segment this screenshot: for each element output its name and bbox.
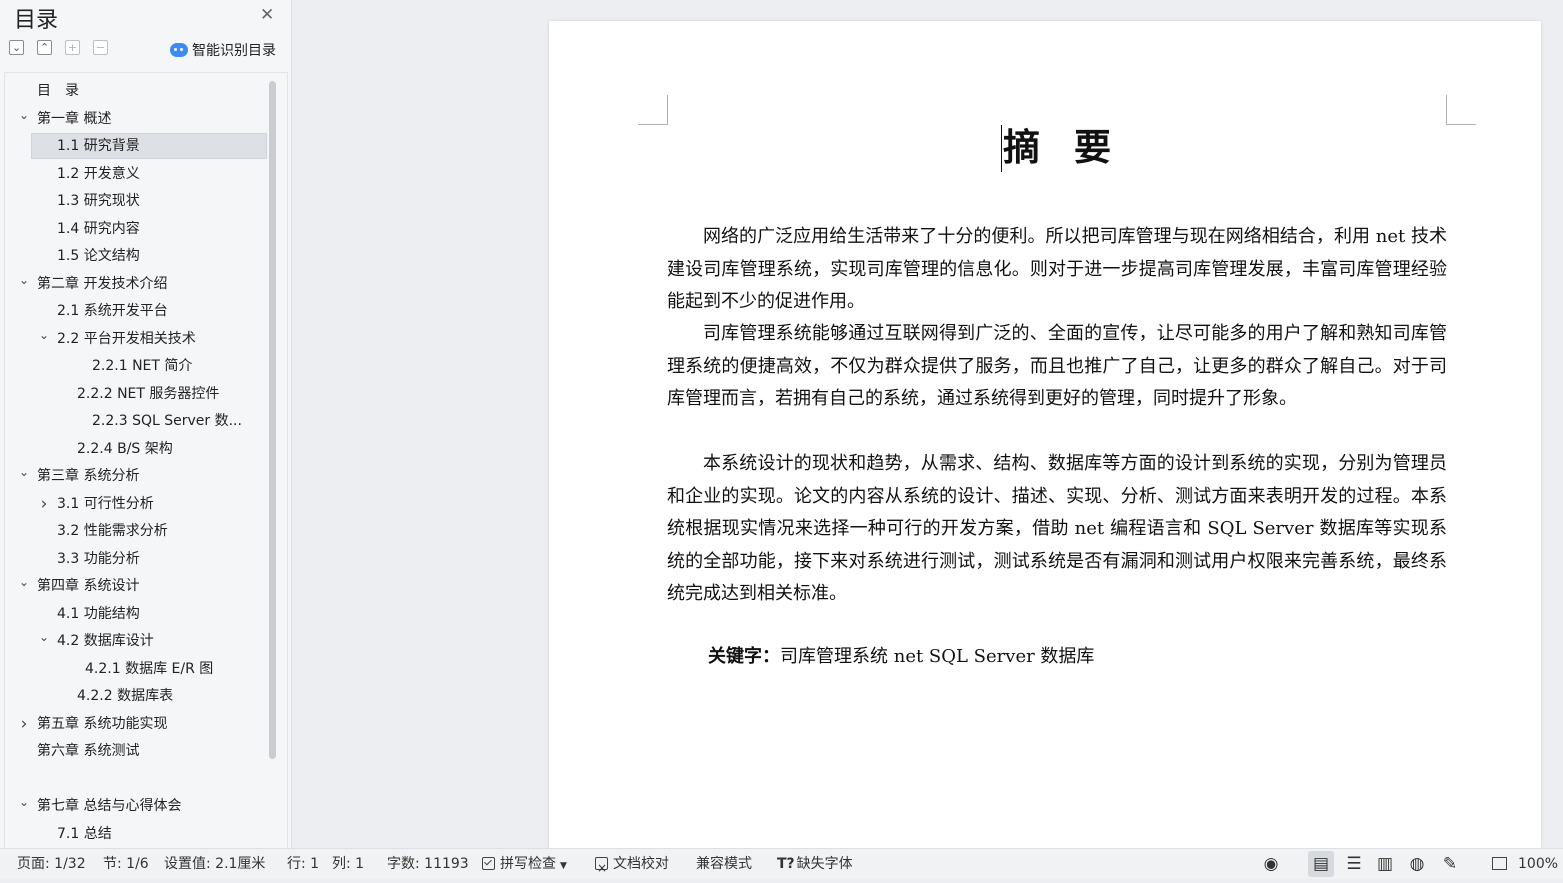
- toc-item[interactable]: 3.1 可行性分析: [57, 491, 154, 517]
- spell-check-label: 拼写检查: [500, 856, 556, 872]
- toc-item[interactable]: 第一章 概述: [37, 106, 111, 132]
- toc-item[interactable]: 3.2 性能需求分析: [57, 518, 168, 544]
- dropdown-arrow-icon: ▼: [560, 861, 567, 871]
- toc-item[interactable]: 2.2.3 SQL Server 数...: [92, 408, 242, 434]
- toc-item[interactable]: 3.3 功能分析: [57, 546, 140, 572]
- font-question-icon: T?: [777, 856, 795, 872]
- proofread-icon: [595, 853, 608, 883]
- checkbox-icon: [482, 857, 495, 870]
- toc-item[interactable]: 2.1 系统开发平台: [57, 298, 168, 324]
- toc-item[interactable]: 1.1 研究背景: [57, 133, 140, 159]
- toc-toolbar: ⌄ ⌃ + −: [9, 40, 108, 58]
- toc-item[interactable]: 第三章 系统分析: [37, 463, 139, 489]
- page-view-icon[interactable]: ▤: [1308, 851, 1334, 877]
- chevron-down-icon[interactable]: ⌄: [17, 271, 31, 289]
- toc-item[interactable]: 2.2.4 B/S 架构: [77, 436, 173, 462]
- chevron-right-icon[interactable]: ›: [17, 711, 31, 737]
- chevron-down-icon[interactable]: ⌄: [37, 628, 51, 646]
- word-count[interactable]: 字数: 11193: [387, 849, 469, 879]
- margin-corner-mark: [638, 95, 668, 125]
- document-title: 摘要: [1003, 125, 1145, 169]
- toc-item[interactable]: 7.1 总结: [57, 821, 112, 847]
- expand-all-icon[interactable]: ⌃: [37, 40, 52, 55]
- demote-icon[interactable]: −: [93, 40, 108, 55]
- page-indicator[interactable]: 页面: 1/32: [17, 849, 86, 879]
- collapse-all-icon[interactable]: ⌄: [9, 40, 24, 55]
- toc-panel-title: 目录: [14, 8, 59, 33]
- outline-view-icon[interactable]: ☰: [1344, 854, 1364, 874]
- toc-item[interactable]: 第七章 总结与心得体会: [37, 793, 181, 819]
- toc-item[interactable]: 第六章 系统测试: [37, 738, 139, 764]
- toc-item[interactable]: 2.2.1 NET 简介: [92, 353, 192, 379]
- toc-item[interactable]: 4.2.1 数据库 E/R 图: [85, 656, 213, 682]
- toc-panel: 目录 ✕ ⌄ ⌃ + − 智能识别目录 目 录 ⌄ 第一章 概述 1.1 研究背景 1.…: [0, 0, 292, 849]
- missing-font-label: 缺失字体: [796, 856, 853, 872]
- margin-corner-mark: [1446, 95, 1476, 125]
- chevron-down-icon[interactable]: ⌄: [17, 793, 31, 811]
- eye-protection-icon[interactable]: ◉: [1261, 854, 1281, 874]
- abstract-paragraph-2: 司库管理系统能够通过互联网得到广泛的、全面的宣传，让尽可能多的用户了解和熟知司库…: [667, 323, 1447, 409]
- toc-item[interactable]: 第四章 系统设计: [37, 573, 139, 599]
- toc-item[interactable]: 4.1 功能结构: [57, 601, 140, 627]
- pen-icon[interactable]: ✎: [1440, 854, 1460, 874]
- smart-toc-button[interactable]: 智能识别目录: [170, 40, 276, 60]
- chevron-right-icon[interactable]: ›: [37, 491, 51, 517]
- toc-scrollbar[interactable]: [269, 81, 276, 759]
- abstract-paragraph-1: 网络的广泛应用给生活带来了十分的便利。所以把司库管理与现在网络相结合，利用 ne…: [667, 226, 1447, 312]
- toc-item[interactable]: 1.3 研究现状: [57, 188, 140, 214]
- reading-view-icon[interactable]: ▥: [1375, 854, 1395, 874]
- chevron-down-icon[interactable]: ⌄: [37, 326, 51, 344]
- toc-item[interactable]: 2.2 平台开发相关技术: [57, 326, 196, 352]
- toc-item[interactable]: 第五章 系统功能实现: [37, 711, 167, 737]
- doc-proofread-label: 文档校对: [613, 856, 669, 872]
- toc-item[interactable]: 4.2 数据库设计: [57, 628, 154, 654]
- toc-item[interactable]: 第二章 开发技术介绍: [37, 271, 167, 297]
- chevron-down-icon[interactable]: ⌄: [17, 463, 31, 481]
- toc-item[interactable]: 4.2.2 数据库表: [77, 683, 173, 709]
- chevron-down-icon[interactable]: ⌄: [17, 106, 31, 124]
- toc-item[interactable]: 2.2.2 NET 服务器控件: [77, 381, 219, 407]
- compat-mode-button[interactable]: 兼容模式: [696, 849, 752, 879]
- status-bar: 页面: 1/32 节: 1/6 设置值: 2.1厘米 行: 1 列: 1 字数:…: [0, 848, 1563, 883]
- spell-check-button[interactable]: 拼写检查 ▼: [482, 849, 567, 879]
- smart-toc-label: 智能识别目录: [192, 43, 276, 59]
- toc-item[interactable]: 1.4 研究内容: [57, 216, 140, 242]
- setting-value[interactable]: 设置值: 2.1厘米: [164, 849, 265, 879]
- fit-window-icon[interactable]: [1492, 857, 1507, 870]
- text-caret: [1001, 125, 1002, 172]
- keywords-label: 关键字：: [708, 646, 780, 667]
- keywords-value: 司库管理系统 net SQL Server 数据库: [780, 646, 1095, 667]
- toc-item[interactable]: 1.5 论文结构: [57, 243, 140, 269]
- column-indicator: 列: 1: [332, 856, 365, 872]
- promote-icon[interactable]: +: [65, 40, 80, 55]
- toc-item[interactable]: 目 录: [37, 78, 79, 104]
- web-view-icon[interactable]: ◍: [1407, 854, 1427, 874]
- ai-robot-icon: [170, 43, 188, 57]
- close-icon[interactable]: ✕: [260, 5, 274, 25]
- chevron-down-icon[interactable]: ⌄: [17, 573, 31, 591]
- doc-proofread-button[interactable]: 文档校对: [595, 849, 669, 883]
- toc-item[interactable]: 1.2 开发意义: [57, 161, 140, 187]
- abstract-paragraph-3: 本系统设计的现状和趋势，从需求、结构、数据库等方面的设计到系统的实现，分别为管理…: [667, 453, 1447, 604]
- row-indicator: 行: 1: [287, 856, 320, 872]
- zoom-level[interactable]: 100%: [1518, 849, 1558, 879]
- section-indicator: 节: 1/6: [103, 856, 149, 872]
- document-page[interactable]: 摘要 网络的广泛应用给生活带来了十分的便利。所以把司库管理与现在网络相结合，利用…: [549, 21, 1541, 848]
- missing-font-button[interactable]: T? 缺失字体: [777, 849, 853, 879]
- keywords-line: 关键字：司库管理系统 net SQL Server 数据库: [708, 642, 1094, 668]
- toc-tree: 目 录 ⌄ 第一章 概述 1.1 研究背景 1.2 开发意义 1.3 研究现状 1.4 研究…: [4, 72, 288, 849]
